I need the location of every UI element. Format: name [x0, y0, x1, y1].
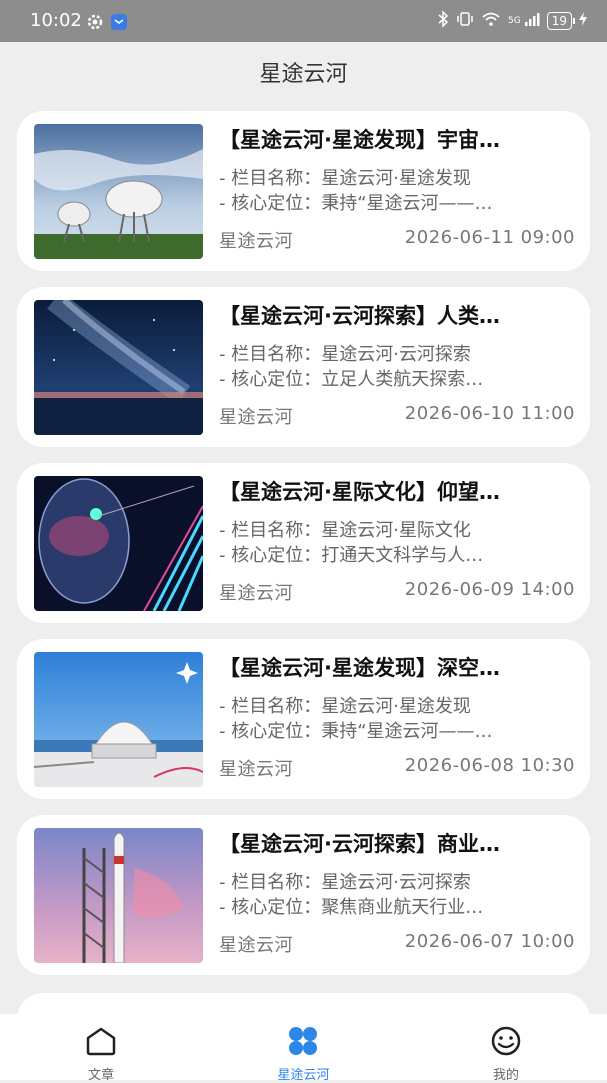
galaxy-lens-illustration: [34, 476, 203, 611]
article-card[interactable]: 【星途云河·星途发现】宇宙… - 栏目名称：星途云河·星途发现 - 核心定位：秉…: [17, 111, 590, 271]
battery-indicator: 19: [546, 12, 576, 30]
bottom-nav: 文章 星途云河 我的: [0, 1014, 607, 1083]
signal-icon: [524, 12, 540, 30]
article-title: 【星途云河·云河探索】商业…: [219, 832, 500, 856]
article-positioning: - 核心定位：秉持“星途云河——…: [219, 721, 493, 742]
article-card[interactable]: 【星途云河·星际文化】仰望… - 栏目名称：星途云河·星际文化 - 核心定位：打…: [17, 463, 590, 623]
article-source: 星途云河: [219, 935, 293, 956]
article-title: 【星途云河·云河探索】人类…: [219, 304, 500, 328]
nav-item-xingtu[interactable]: 星途云河: [202, 1014, 404, 1083]
article-datetime: 2026-06-07 10:00: [404, 931, 575, 952]
article-title: 【星途云河·星途发现】深空…: [219, 656, 500, 680]
article-title: 【星途云河·星途发现】宇宙…: [219, 128, 500, 152]
observatory-dome-photo: [34, 652, 203, 787]
app-notification-icon: [110, 13, 128, 35]
article-card[interactable]: 【星途云河·云河探索】人类… - 栏目名称：星途云河·云河探索 - 核心定位：立…: [17, 287, 590, 447]
article-column: - 栏目名称：星途云河·云河探索: [219, 872, 471, 893]
article-title: 【星途云河·星际文化】仰望…: [219, 480, 500, 504]
nav-label: 文章: [88, 1068, 115, 1083]
status-time: 10:02: [30, 10, 82, 31]
article-card[interactable]: 【星途云河·星途发现】深空… - 栏目名称：星途云河·星途发现 - 核心定位：秉…: [17, 639, 590, 799]
article-positioning: - 核心定位：聚焦商业航天行业…: [219, 897, 484, 918]
article-datetime: 2026-06-09 14:00: [404, 579, 575, 600]
article-list[interactable]: 【星途云河·星途发现】宇宙… - 栏目名称：星途云河·星途发现 - 核心定位：秉…: [17, 111, 590, 991]
article-source: 星途云河: [219, 231, 293, 252]
article-datetime: 2026-06-08 10:30: [404, 755, 575, 776]
network-label: 5G: [508, 16, 521, 26]
article-column: - 栏目名称：星途云河·星际文化: [219, 520, 471, 541]
radio-telescope-photo: [34, 124, 203, 259]
smiley-icon: [489, 1026, 523, 1060]
article-card[interactable]: 【星途云河·云河探索】商业… - 栏目名称：星途云河·云河探索 - 核心定位：聚…: [17, 815, 590, 975]
article-positioning: - 核心定位：秉持“星途云河——…: [219, 193, 493, 214]
bluetooth-icon: [437, 10, 449, 32]
milky-way-photo: [34, 300, 203, 435]
article-source: 星途云河: [219, 407, 293, 428]
article-datetime: 2026-06-11 09:00: [404, 227, 575, 248]
article-source: 星途云河: [219, 583, 293, 604]
nav-item-articles[interactable]: 文章: [0, 1014, 202, 1083]
nav-label: 星途云河: [277, 1068, 330, 1083]
article-positioning: - 核心定位：立足人类航天探索…: [219, 369, 484, 390]
article-column: - 栏目名称：星途云河·云河探索: [219, 344, 471, 365]
app-header: 星途云河: [0, 42, 607, 102]
status-right: 5G 19: [437, 10, 587, 32]
article-positioning: - 核心定位：打通天文科学与人…: [219, 545, 484, 566]
article-column: - 栏目名称：星途云河·星途发现: [219, 168, 471, 189]
status-left-icons: [86, 13, 128, 35]
article-column: - 栏目名称：星途云河·星途发现: [219, 696, 471, 717]
nav-item-mine[interactable]: 我的: [405, 1014, 607, 1083]
home-icon: [84, 1026, 118, 1060]
wifi-icon: [481, 11, 501, 31]
status-bar: 10:02 5G 19: [0, 0, 607, 42]
charging-icon: [579, 12, 587, 30]
page-title: 星途云河: [259, 62, 348, 87]
article-datetime: 2026-06-10 11:00: [404, 403, 575, 424]
settings-gear-icon: [86, 13, 104, 35]
vibrate-icon: [456, 10, 474, 32]
grid-icon: [286, 1026, 320, 1060]
rocket-launch-photo: [34, 828, 203, 963]
nav-label: 我的: [492, 1068, 519, 1083]
article-source: 星途云河: [219, 759, 293, 780]
